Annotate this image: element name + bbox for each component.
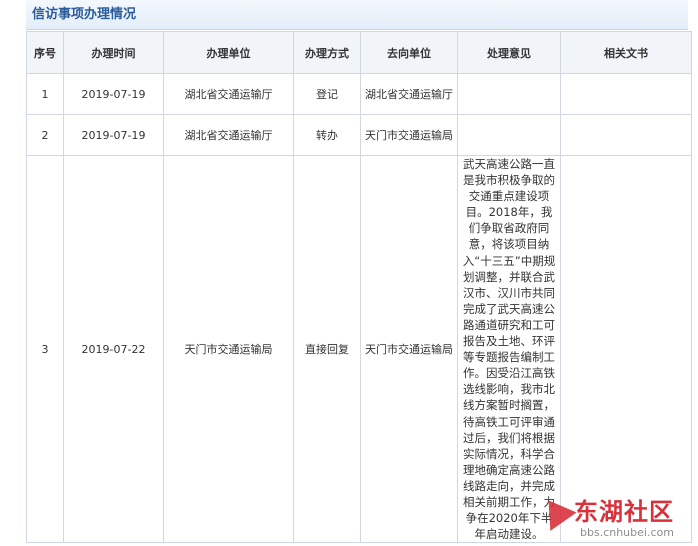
table-header-row: 序号 办理时间 办理单位 办理方式 去向单位 处理意见 相关文书	[26, 31, 692, 74]
cell-date: 2019-07-19	[63, 114, 164, 156]
cell-date: 2019-07-19	[63, 73, 164, 115]
cell-dest: 天门市交通运输局	[360, 154, 458, 544]
opinion-text: 武天高速公路一直 是我市积极争取的 交通重点建设项 目。2018年，我 们争取省…	[462, 157, 556, 542]
col-header-no: 序号	[26, 31, 64, 74]
col-header-opinion: 处理意见	[457, 31, 561, 74]
cell-unit: 湖北省交通运输厅	[163, 114, 294, 156]
cell-method: 转办	[293, 114, 361, 156]
table-row: 3 2019-07-22 天门市交通运输局 直接回复 天门市交通运输局 武天高速…	[26, 154, 692, 544]
col-header-unit: 办理单位	[163, 31, 294, 74]
cell-dest: 天门市交通运输局	[360, 114, 458, 156]
cell-dest: 湖北省交通运输厅	[360, 73, 458, 115]
cell-unit: 湖北省交通运输厅	[163, 73, 294, 115]
col-header-method: 办理方式	[293, 31, 361, 74]
cell-doc	[560, 114, 692, 156]
table-row: 2 2019-07-19 湖北省交通运输厅 转办 天门市交通运输局	[26, 114, 692, 156]
table-row: 1 2019-07-19 湖北省交通运输厅 登记 湖北省交通运输厅	[26, 73, 692, 115]
watermark-brand: 东湖社区	[574, 498, 674, 526]
cell-doc	[560, 73, 692, 115]
col-header-date: 办理时间	[63, 31, 164, 74]
site-watermark: 东湖社区 bbs.cnhubei.com	[535, 491, 690, 542]
cell-no: 2	[26, 114, 64, 156]
cell-opinion: 武天高速公路一直 是我市积极争取的 交通重点建设项 目。2018年，我 们争取省…	[457, 154, 561, 544]
col-header-doc: 相关文书	[560, 31, 692, 74]
cell-unit: 天门市交通运输局	[163, 154, 294, 544]
cell-doc	[560, 154, 692, 544]
cell-method: 登记	[293, 73, 361, 115]
cell-opinion	[457, 73, 561, 115]
petition-handling-table: 序号 办理时间 办理单位 办理方式 去向单位 处理意见 相关文书 1 2019-…	[26, 31, 692, 544]
panel-title: 信访事项办理情况	[26, 0, 688, 30]
cell-date: 2019-07-22	[63, 154, 164, 544]
cell-opinion	[457, 114, 561, 156]
cell-no: 3	[26, 154, 64, 544]
cell-no: 1	[26, 73, 64, 115]
cell-method: 直接回复	[293, 154, 361, 544]
watermark-logo-icon	[535, 491, 577, 531]
col-header-dest: 去向单位	[360, 31, 458, 74]
watermark-url: bbs.cnhubei.com	[580, 526, 674, 539]
